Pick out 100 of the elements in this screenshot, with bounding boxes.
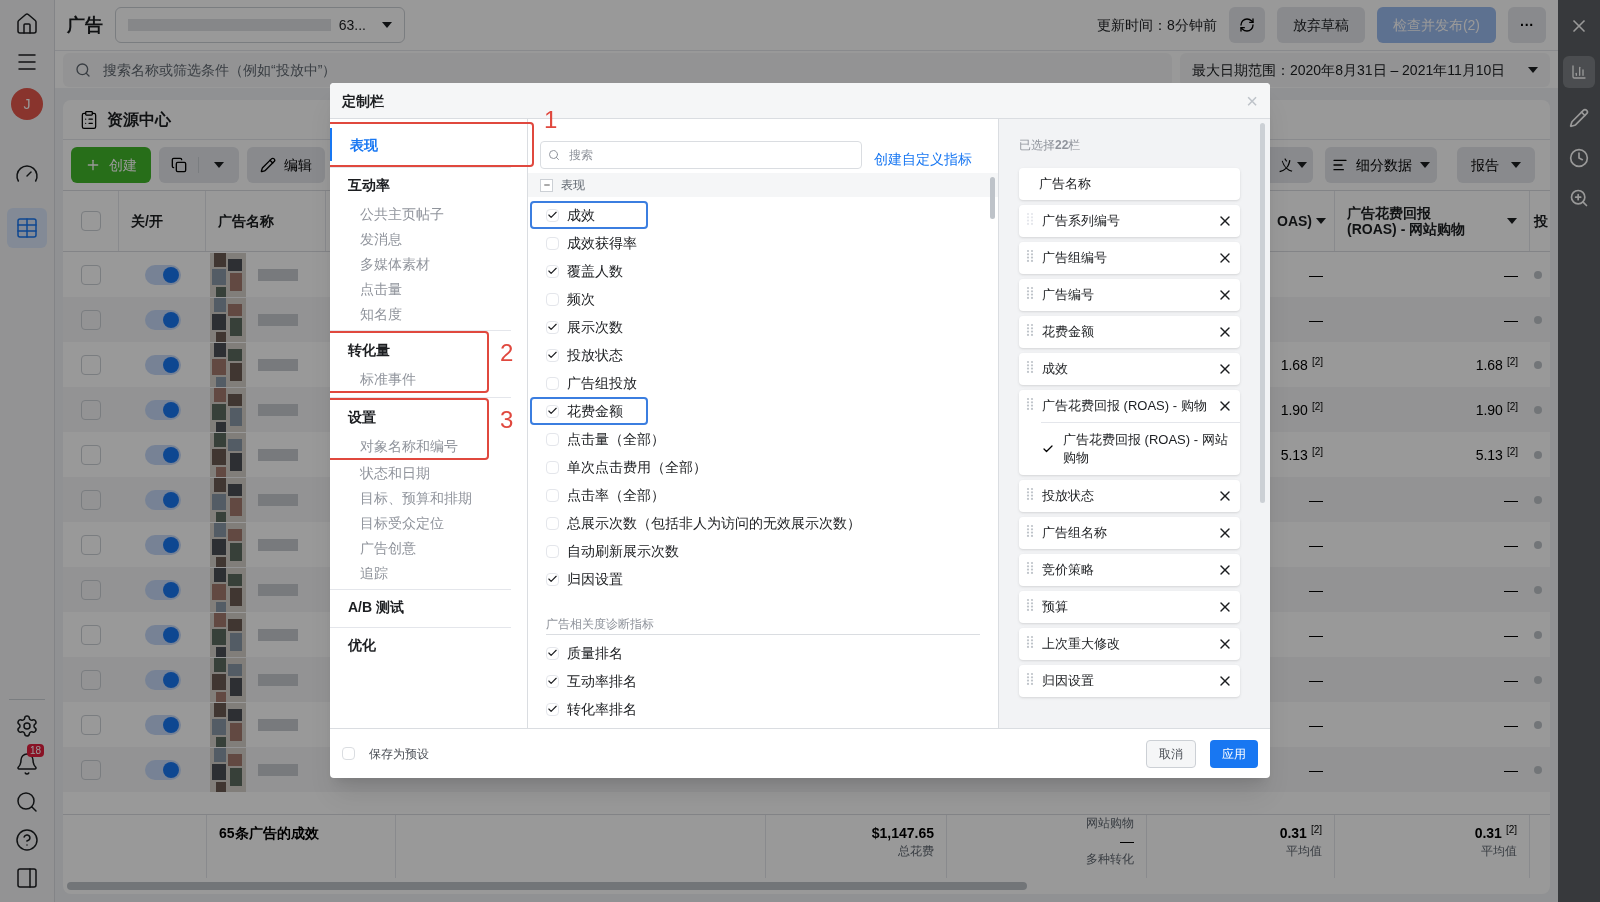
- selected-column-card[interactable]: 广告组名称: [1019, 517, 1240, 549]
- column-header[interactable]: 关/开: [131, 211, 163, 231]
- settings-icon[interactable]: [15, 714, 39, 738]
- column-header[interactable]: 广告花费回报 (ROAS) - 网站购物: [1347, 205, 1466, 237]
- toggle-switch[interactable]: [144, 714, 181, 735]
- selected-column-card[interactable]: 广告名称: [1019, 168, 1240, 200]
- column-header[interactable]: 投: [1534, 211, 1548, 231]
- toolbar-dropdown[interactable]: 细分数据: [1325, 147, 1437, 183]
- row-checkbox[interactable]: [81, 714, 101, 735]
- metric-option[interactable]: 花费金额: [530, 397, 648, 425]
- checkbox[interactable]: [546, 236, 559, 250]
- row-checkbox[interactable]: [81, 309, 101, 330]
- selected-column-card[interactable]: 预算: [1019, 591, 1240, 623]
- drag-handle-icon[interactable]: [1026, 524, 1034, 538]
- drag-handle-icon[interactable]: [1026, 561, 1034, 575]
- toolbar-dropdown[interactable]: 报告: [1457, 147, 1535, 183]
- column-header[interactable]: OAS): [1277, 211, 1312, 231]
- date-range-select[interactable]: 最大日期范围：2020年8月31日 – 2021年11月10日: [1180, 52, 1550, 87]
- drag-handle-icon[interactable]: [1026, 672, 1034, 686]
- panel-icon[interactable]: [15, 866, 39, 890]
- metric-option[interactable]: 点击率（全部）: [530, 481, 679, 509]
- checkbox[interactable]: [546, 376, 559, 390]
- discard-draft-button[interactable]: 放弃草稿: [1276, 7, 1365, 43]
- checkbox[interactable]: [546, 208, 559, 222]
- toggle-switch[interactable]: [144, 534, 181, 555]
- checkbox[interactable]: [546, 544, 559, 558]
- selected-column-card[interactable]: 归因设置: [1019, 665, 1240, 697]
- row-checkbox[interactable]: [81, 579, 101, 600]
- metric-option[interactable]: 投放状态: [530, 341, 637, 369]
- checkbox[interactable]: [546, 702, 559, 716]
- nav-category[interactable]: 转化量: [330, 333, 487, 366]
- create-metric-link[interactable]: 创建自定义指标: [874, 149, 972, 169]
- row-checkbox[interactable]: [81, 669, 101, 690]
- metric-option[interactable]: 展示次数: [530, 313, 637, 341]
- drag-handle-icon[interactable]: [1026, 249, 1034, 263]
- search-field[interactable]: 搜索: [540, 141, 862, 169]
- zoom-icon[interactable]: [1569, 188, 1589, 208]
- scrollbar[interactable]: [67, 882, 1027, 890]
- selected-column-card[interactable]: 投放状态: [1019, 480, 1240, 512]
- drag-handle-icon[interactable]: [1026, 212, 1034, 226]
- drag-handle-icon[interactable]: [1026, 397, 1034, 411]
- metric-option[interactable]: 成效: [530, 201, 648, 229]
- rail-button[interactable]: [7, 208, 47, 248]
- nav-category[interactable]: 表现: [330, 128, 532, 161]
- checkbox[interactable]: [546, 320, 559, 334]
- cancel-button[interactable]: 取消: [1146, 739, 1196, 768]
- checkbox[interactable]: [546, 348, 559, 362]
- drag-handle-icon[interactable]: [1026, 323, 1034, 337]
- pencil-icon[interactable]: [1569, 108, 1589, 128]
- toggle-switch[interactable]: [144, 399, 181, 420]
- toggle-switch[interactable]: [144, 759, 181, 780]
- toggle-switch[interactable]: [144, 309, 181, 330]
- toggle-switch[interactable]: [144, 444, 181, 465]
- selected-column-card[interactable]: 广告组编号: [1019, 242, 1240, 274]
- edit-button[interactable]: 编辑: [247, 147, 325, 183]
- drag-handle-icon[interactable]: [1026, 598, 1034, 612]
- row-checkbox[interactable]: [81, 444, 101, 465]
- drag-handle-icon[interactable]: [1026, 487, 1034, 501]
- toggle-switch[interactable]: [144, 669, 181, 690]
- metric-option[interactable]: 覆盖人数: [530, 257, 637, 285]
- selected-column-card[interactable]: 广告编号: [1019, 279, 1240, 311]
- row-checkbox[interactable]: [81, 489, 101, 510]
- selected-column-card[interactable]: 竞价策略: [1019, 554, 1240, 586]
- toggle-switch[interactable]: [144, 264, 181, 285]
- scrollbar[interactable]: [990, 177, 995, 219]
- checkbox[interactable]: [546, 264, 559, 278]
- drag-handle-icon[interactable]: [1026, 635, 1034, 649]
- home-icon[interactable]: [15, 12, 39, 36]
- more-button[interactable]: ···: [1508, 7, 1546, 43]
- selected-column-card[interactable]: 花费金额: [1019, 316, 1240, 348]
- metric-option[interactable]: 质量排名: [530, 639, 637, 667]
- drag-handle-icon[interactable]: [1026, 286, 1034, 300]
- search-icon[interactable]: [15, 790, 39, 814]
- metric-option[interactable]: 互动率排名: [530, 667, 651, 695]
- metric-option[interactable]: 单次点击费用（全部）: [530, 453, 721, 481]
- checkbox[interactable]: [342, 747, 355, 760]
- metric-option[interactable]: 自动刷新展示次数: [530, 537, 693, 565]
- copy-button-group[interactable]: [159, 147, 239, 183]
- row-checkbox[interactable]: [81, 759, 101, 780]
- row-checkbox[interactable]: [81, 354, 101, 375]
- checkbox[interactable]: [546, 516, 559, 530]
- toggle-switch[interactable]: [144, 489, 181, 510]
- checkbox[interactable]: [546, 572, 559, 586]
- row-checkbox[interactable]: [81, 624, 101, 645]
- nav-category[interactable]: A/B 测试: [330, 590, 511, 623]
- selected-column-card[interactable]: 广告花费回报 (ROAS) - 购物 广告花费回报 (ROAS) - 网站购物: [1019, 390, 1240, 475]
- row-checkbox[interactable]: [81, 534, 101, 555]
- checkbox[interactable]: [546, 674, 559, 688]
- row-checkbox[interactable]: [81, 399, 101, 420]
- metric-option[interactable]: 频次: [530, 285, 609, 313]
- refresh-button[interactable]: [1228, 7, 1265, 43]
- checkbox[interactable]: [546, 404, 559, 418]
- metric-option[interactable]: 广告组投放: [530, 369, 651, 397]
- bell-icon[interactable]: [15, 752, 39, 776]
- selected-column-card[interactable]: 广告系列编号: [1019, 205, 1240, 237]
- metric-option[interactable]: 归因设置: [530, 565, 637, 593]
- selected-column-card[interactable]: 成效: [1019, 353, 1240, 385]
- scrollbar[interactable]: [1260, 123, 1265, 503]
- toggle-switch[interactable]: [144, 354, 181, 375]
- nav-category[interactable]: 优化: [330, 628, 511, 661]
